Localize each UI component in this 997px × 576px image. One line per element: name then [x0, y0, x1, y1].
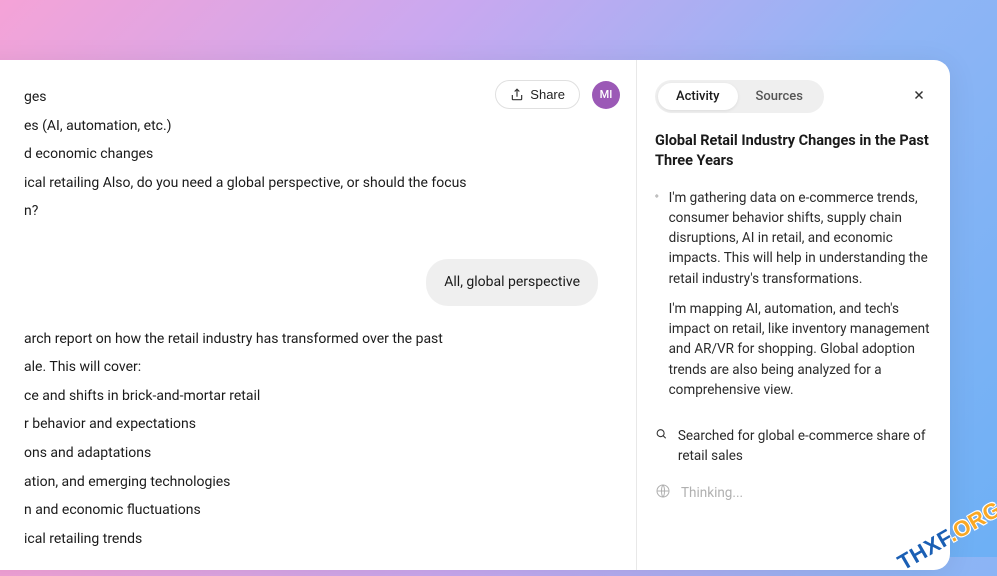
share-button[interactable]: Share [495, 80, 580, 109]
avatar-initials: MI [600, 88, 613, 101]
conversation-content: ges es (AI, automation, etc.) d economic… [0, 84, 616, 552]
search-icon [655, 426, 668, 442]
tab-sources[interactable]: Sources [738, 83, 821, 110]
side-panel: Activity Sources Global Retail Industry … [637, 60, 950, 570]
main-panel: Share MI ges es (AI, automation, etc.) d… [0, 60, 637, 570]
activity-item: I'm gathering data on e-commerce trends,… [655, 188, 932, 411]
bullet-line: r behavior and expectations [24, 411, 616, 438]
text-line: n? [24, 198, 616, 225]
openai-icon [655, 483, 671, 499]
tab-activity[interactable]: Activity [658, 83, 738, 110]
text-line: ical retailing Also, do you need a globa… [24, 170, 616, 197]
openai-icon [655, 188, 659, 204]
bullet-line: ation, and emerging technologies [24, 469, 616, 496]
bullet-line: ical retailing trends [24, 526, 616, 553]
close-icon [912, 88, 926, 102]
close-button[interactable] [906, 84, 932, 109]
user-message: All, global perspective [426, 259, 598, 306]
activity-item: Searched for global e-commerce share of … [655, 426, 932, 467]
response-intro: arch report on how the retail industry h… [24, 326, 616, 353]
tabs: Activity Sources [655, 80, 824, 113]
activity-item: Thinking... [655, 483, 932, 503]
side-header: Activity Sources [655, 80, 932, 113]
search-text: Searched for global e-commerce share of … [678, 426, 932, 467]
bullet-line: ce and shifts in brick-and-mortar retail [24, 383, 616, 410]
activity-text: I'm gathering data on e-commerce trends,… [669, 188, 932, 411]
response-intro: ale. This will cover: [24, 354, 616, 381]
text-line: es (AI, automation, etc.) [24, 113, 616, 140]
share-label: Share [530, 87, 565, 102]
share-icon [510, 88, 524, 102]
bullet-line: ons and adaptations [24, 440, 616, 467]
thinking-text: Thinking... [681, 483, 743, 503]
activity-title: Global Retail Industry Changes in the Pa… [655, 131, 932, 172]
top-bar: Share MI [495, 80, 620, 109]
bullet-line: n and economic fluctuations [24, 497, 616, 524]
avatar[interactable]: MI [592, 81, 620, 109]
app-window: Share MI ges es (AI, automation, etc.) d… [0, 60, 950, 570]
text-line: d economic changes [24, 141, 616, 168]
